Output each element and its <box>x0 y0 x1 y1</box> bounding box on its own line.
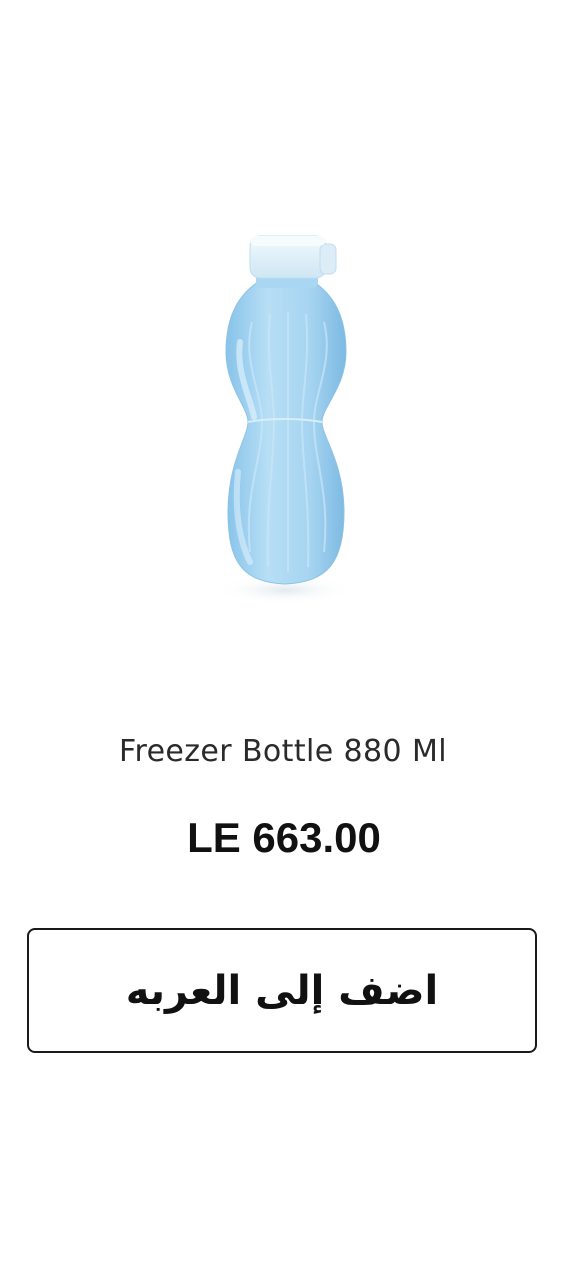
product-image[interactable] <box>170 222 410 642</box>
water-bottle-icon <box>215 235 355 604</box>
product-card: Freezer Bottle 880 Ml LE 663.00 اضف إلى … <box>0 0 578 1280</box>
add-to-cart-label: اضف إلى العربه <box>125 967 439 1014</box>
product-price: LE 663.00 <box>187 814 381 861</box>
product-name[interactable]: Freezer Bottle 880 Ml <box>0 734 566 769</box>
add-to-cart-button[interactable]: اضف إلى العربه <box>27 928 537 1053</box>
